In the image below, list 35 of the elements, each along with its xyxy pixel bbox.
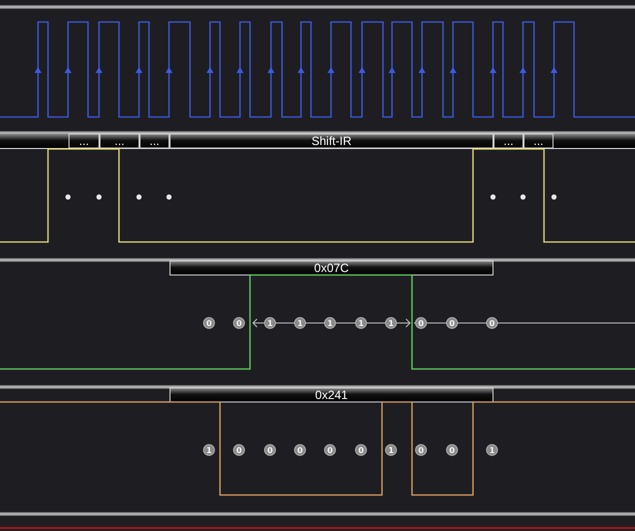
bit-value: 0 <box>233 444 245 456</box>
bit-value: 1 <box>355 317 367 329</box>
bit-value: 0 <box>446 317 458 329</box>
bit-value: 0 <box>294 444 306 456</box>
bit-value: 0 <box>415 317 427 329</box>
decoder-annotation[interactable]: ... <box>494 134 524 148</box>
sample-dot-icon <box>65 194 71 200</box>
bit-value: 1 <box>203 444 215 456</box>
bit-value: 0 <box>233 317 245 329</box>
bit-value: 1 <box>385 317 397 329</box>
sample-dot-icon <box>166 194 172 200</box>
bit-value: 0 <box>324 444 336 456</box>
bit-value: 0 <box>486 317 498 329</box>
decoder-annotation[interactable]: 0x241 <box>170 388 494 402</box>
bit-value: 1 <box>486 444 498 456</box>
sample-dot-icon <box>96 194 102 200</box>
bit-value: 1 <box>264 317 276 329</box>
decoder-annotation[interactable]: ... <box>68 134 100 148</box>
bit-value: 0 <box>264 444 276 456</box>
sample-dot-icon <box>551 194 557 200</box>
bit-value: 1 <box>294 317 306 329</box>
bit-value: 1 <box>324 317 336 329</box>
decoder-annotation[interactable]: ... <box>524 134 554 148</box>
bit-value: 0 <box>446 444 458 456</box>
bit-value: 0 <box>415 444 427 456</box>
bit-value: 1 <box>385 444 397 456</box>
sample-dot-icon <box>490 194 496 200</box>
bit-value: 0 <box>355 444 367 456</box>
bit-value: 0 <box>203 317 215 329</box>
decoder-annotation[interactable]: Shift-IR <box>170 134 494 148</box>
decoder-annotation[interactable]: 0x07C <box>170 260 494 276</box>
sample-dot-icon <box>520 194 526 200</box>
sample-dot-icon <box>136 194 142 200</box>
decoder-annotation[interactable]: ... <box>140 134 170 148</box>
decoder-annotation[interactable]: ... <box>100 134 140 148</box>
